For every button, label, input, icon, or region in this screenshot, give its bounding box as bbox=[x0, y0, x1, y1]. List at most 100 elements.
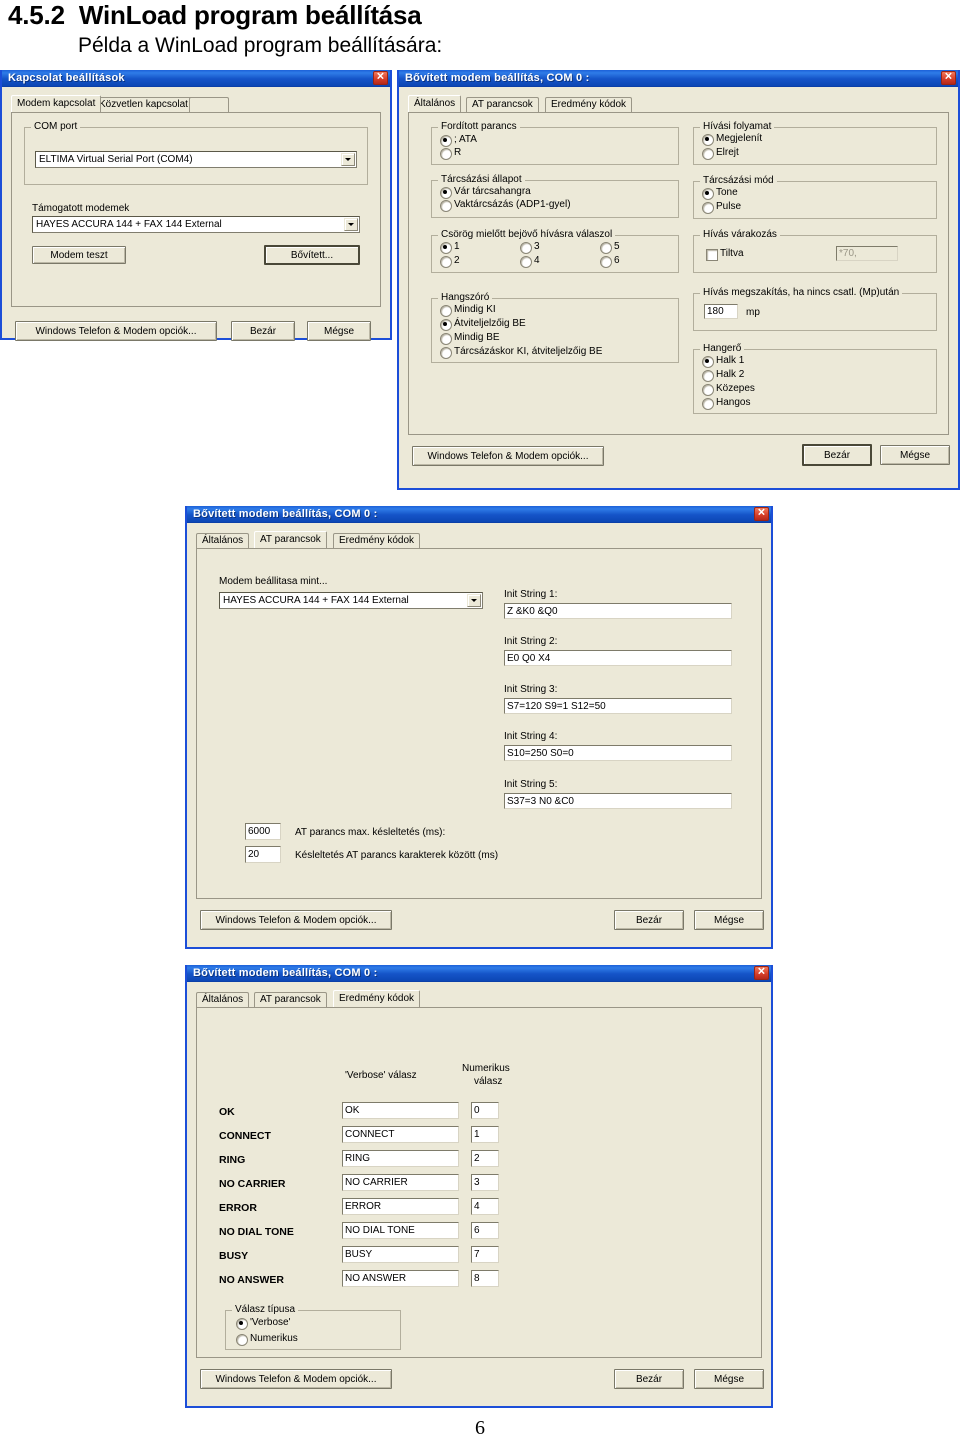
init-string-2-input[interactable]: E0 Q0 X4 bbox=[504, 650, 732, 666]
windows-phone-modem-options-button[interactable]: Windows Telefon & Modem opciók... bbox=[412, 446, 604, 466]
tab-eredmeny-kodok[interactable]: Eredmény kódok bbox=[333, 533, 421, 548]
radio-reverse-ata[interactable]: ; ATA bbox=[440, 134, 477, 147]
group-dial-mode-title: Tárcsázási mód bbox=[700, 175, 777, 186]
chevron-down-icon[interactable] bbox=[341, 153, 355, 166]
close-button[interactable]: Bezár bbox=[231, 321, 295, 341]
radio-progress-show[interactable]: Megjelenít bbox=[702, 133, 762, 146]
supported-modems-select[interactable]: HAYES ACCURA 144 + FAX 144 External bbox=[32, 216, 360, 233]
cancel-button[interactable]: Mégse bbox=[694, 910, 764, 930]
tab-at-parancsok[interactable]: AT parancsok bbox=[254, 531, 327, 548]
radio-reverse-r[interactable]: R bbox=[440, 147, 461, 160]
close-button[interactable]: Bezár bbox=[802, 444, 872, 466]
radio-rings-1[interactable]: 1 bbox=[440, 241, 460, 254]
result-code-numeric-input[interactable]: 0 bbox=[471, 1102, 499, 1119]
result-code-verbose-input[interactable]: NO DIAL TONE bbox=[342, 1222, 459, 1239]
result-code-numeric-input[interactable]: 1 bbox=[471, 1126, 499, 1143]
result-code-verbose-input[interactable]: NO CARRIER bbox=[342, 1174, 459, 1191]
radio-dial-tone[interactable]: Tone bbox=[702, 187, 738, 200]
call-waiting-code-input[interactable]: *70, bbox=[836, 246, 898, 261]
result-code-numeric-input[interactable]: 6 bbox=[471, 1222, 499, 1239]
radio-volume-medium[interactable]: Közepes bbox=[702, 383, 755, 396]
radio-progress-hide[interactable]: Elrejt bbox=[702, 147, 739, 160]
windows-phone-modem-options-button[interactable]: Windows Telefon & Modem opciók... bbox=[200, 1369, 392, 1389]
tab-at-parancsok[interactable]: AT parancsok bbox=[254, 992, 327, 1007]
titlebar: Kapcsolat beállítások ✕ bbox=[2, 70, 390, 87]
result-code-verbose-input[interactable]: BUSY bbox=[342, 1246, 459, 1263]
chevron-down-icon[interactable] bbox=[344, 218, 358, 231]
result-code-name: RING bbox=[219, 1154, 246, 1166]
result-code-verbose-input[interactable]: OK bbox=[342, 1102, 459, 1119]
advanced-button[interactable]: Bővített... bbox=[264, 245, 360, 265]
radio-rings-6[interactable]: 6 bbox=[600, 255, 620, 268]
close-icon[interactable]: ✕ bbox=[941, 71, 956, 85]
result-code-name: NO DIAL TONE bbox=[219, 1226, 294, 1238]
result-code-verbose-input[interactable]: CONNECT bbox=[342, 1126, 459, 1143]
close-button[interactable]: Bezár bbox=[614, 910, 684, 930]
windows-phone-modem-options-button[interactable]: Windows Telefon & Modem opciók... bbox=[15, 321, 217, 341]
close-button-label: Bezár bbox=[249, 325, 277, 337]
result-code-numeric-value: 2 bbox=[474, 1153, 480, 1164]
cancel-button[interactable]: Mégse bbox=[694, 1369, 764, 1389]
result-code-numeric-input[interactable]: 2 bbox=[471, 1150, 499, 1167]
close-button[interactable]: Bezár bbox=[614, 1369, 684, 1389]
result-code-verbose-input[interactable]: NO ANSWER bbox=[342, 1270, 459, 1287]
tab-eredmeny-kodok[interactable]: Eredmény kódok bbox=[545, 97, 633, 112]
chevron-down-icon[interactable] bbox=[467, 594, 481, 607]
tab-empty[interactable] bbox=[189, 97, 229, 112]
init-string-4-input[interactable]: S10=250 S0=0 bbox=[504, 745, 732, 761]
result-code-numeric-input[interactable]: 4 bbox=[471, 1198, 499, 1215]
radio-rings-2[interactable]: 2 bbox=[440, 255, 460, 268]
modem-test-button[interactable]: Modem teszt bbox=[32, 246, 126, 264]
group-answer-type-title: Válasz típusa bbox=[232, 1304, 299, 1315]
cancel-button[interactable]: Mégse bbox=[307, 321, 371, 341]
radio-rings-4[interactable]: 4 bbox=[520, 255, 540, 268]
init-string-5-input[interactable]: S37=3 N0 &C0 bbox=[504, 793, 732, 809]
radio-label: Vaktárcsázás (ADP1-gyel) bbox=[454, 199, 571, 210]
cancel-button[interactable]: Mégse bbox=[880, 445, 950, 465]
tab-modem-kapcsolat[interactable]: Modem kapcsolat bbox=[11, 95, 102, 112]
tab-altalanos[interactable]: Általános bbox=[196, 992, 250, 1007]
advanced-label: Bővített... bbox=[290, 249, 334, 261]
group-hangup-timeout: Hívás megszakítás, ha nincs csatl. (Mp)u… bbox=[693, 287, 937, 331]
init-string-1-input[interactable]: Z &K0 &Q0 bbox=[504, 603, 732, 619]
max-delay-input[interactable]: 6000 bbox=[245, 823, 281, 840]
radio-answer-verbose[interactable]: 'Verbose' bbox=[236, 1317, 291, 1330]
init-string-3-input[interactable]: S7=120 S9=1 S12=50 bbox=[504, 698, 732, 714]
hangup-timeout-input[interactable]: 180 bbox=[704, 304, 738, 319]
radio-answer-numeric[interactable]: Numerikus bbox=[236, 1333, 298, 1346]
com-port-select[interactable]: ELTIMA Virtual Serial Port (COM4) bbox=[35, 151, 357, 168]
close-icon[interactable]: ✕ bbox=[754, 507, 769, 521]
result-code-numeric-input[interactable]: 8 bbox=[471, 1270, 499, 1287]
radio-rings-5[interactable]: 5 bbox=[600, 241, 620, 254]
windows-phone-modem-options-button[interactable]: Windows Telefon & Modem opciók... bbox=[200, 910, 392, 930]
checkbox-call-waiting-disabled[interactable]: Tiltva bbox=[706, 248, 744, 261]
result-code-numeric-input[interactable]: 3 bbox=[471, 1174, 499, 1191]
result-code-verbose-input[interactable]: ERROR bbox=[342, 1198, 459, 1215]
radio-label: Tárcsázáskor KI, átviteljelzőig BE bbox=[454, 346, 603, 357]
radio-wait-dialtone[interactable]: Vár tárcsahangra bbox=[440, 186, 531, 199]
radio-speaker-always-on[interactable]: Mindig BE bbox=[440, 332, 500, 345]
radio-label: 1 bbox=[454, 241, 460, 252]
close-icon[interactable]: ✕ bbox=[373, 71, 388, 85]
radio-speaker-off-dial-on-carrier[interactable]: Tárcsázáskor KI, átviteljelzőig BE bbox=[440, 346, 603, 359]
result-code-verbose-input[interactable]: RING bbox=[342, 1150, 459, 1167]
tab-label: Modem kapcsolat bbox=[17, 98, 96, 109]
radio-blind-dial[interactable]: Vaktárcsázás (ADP1-gyel) bbox=[440, 199, 571, 212]
modem-template-select[interactable]: HAYES ACCURA 144 + FAX 144 External bbox=[219, 592, 483, 609]
tab-at-parancsok[interactable]: AT parancsok bbox=[466, 97, 539, 112]
radio-rings-3[interactable]: 3 bbox=[520, 241, 540, 254]
tab-eredmeny-kodok[interactable]: Eredmény kódok bbox=[333, 990, 421, 1007]
radio-speaker-until-carrier[interactable]: Átviteljelzőig BE bbox=[440, 318, 526, 331]
tab-label: Általános bbox=[414, 98, 456, 109]
radio-volume-low1[interactable]: Halk 1 bbox=[702, 355, 744, 368]
radio-dial-pulse[interactable]: Pulse bbox=[702, 201, 741, 214]
tab-altalanos[interactable]: Általános bbox=[408, 95, 462, 112]
radio-volume-loud[interactable]: Hangos bbox=[702, 397, 750, 410]
radio-speaker-always-off[interactable]: Mindig KI bbox=[440, 304, 496, 317]
radio-volume-low2[interactable]: Halk 2 bbox=[702, 369, 744, 382]
close-icon[interactable]: ✕ bbox=[754, 966, 769, 980]
tab-altalanos[interactable]: Általános bbox=[196, 533, 250, 548]
tab-kozvetlen-kapcsolat[interactable]: Közvetlen kapcsolat bbox=[93, 97, 194, 112]
char-delay-input[interactable]: 20 bbox=[245, 846, 281, 863]
result-code-numeric-input[interactable]: 7 bbox=[471, 1246, 499, 1263]
